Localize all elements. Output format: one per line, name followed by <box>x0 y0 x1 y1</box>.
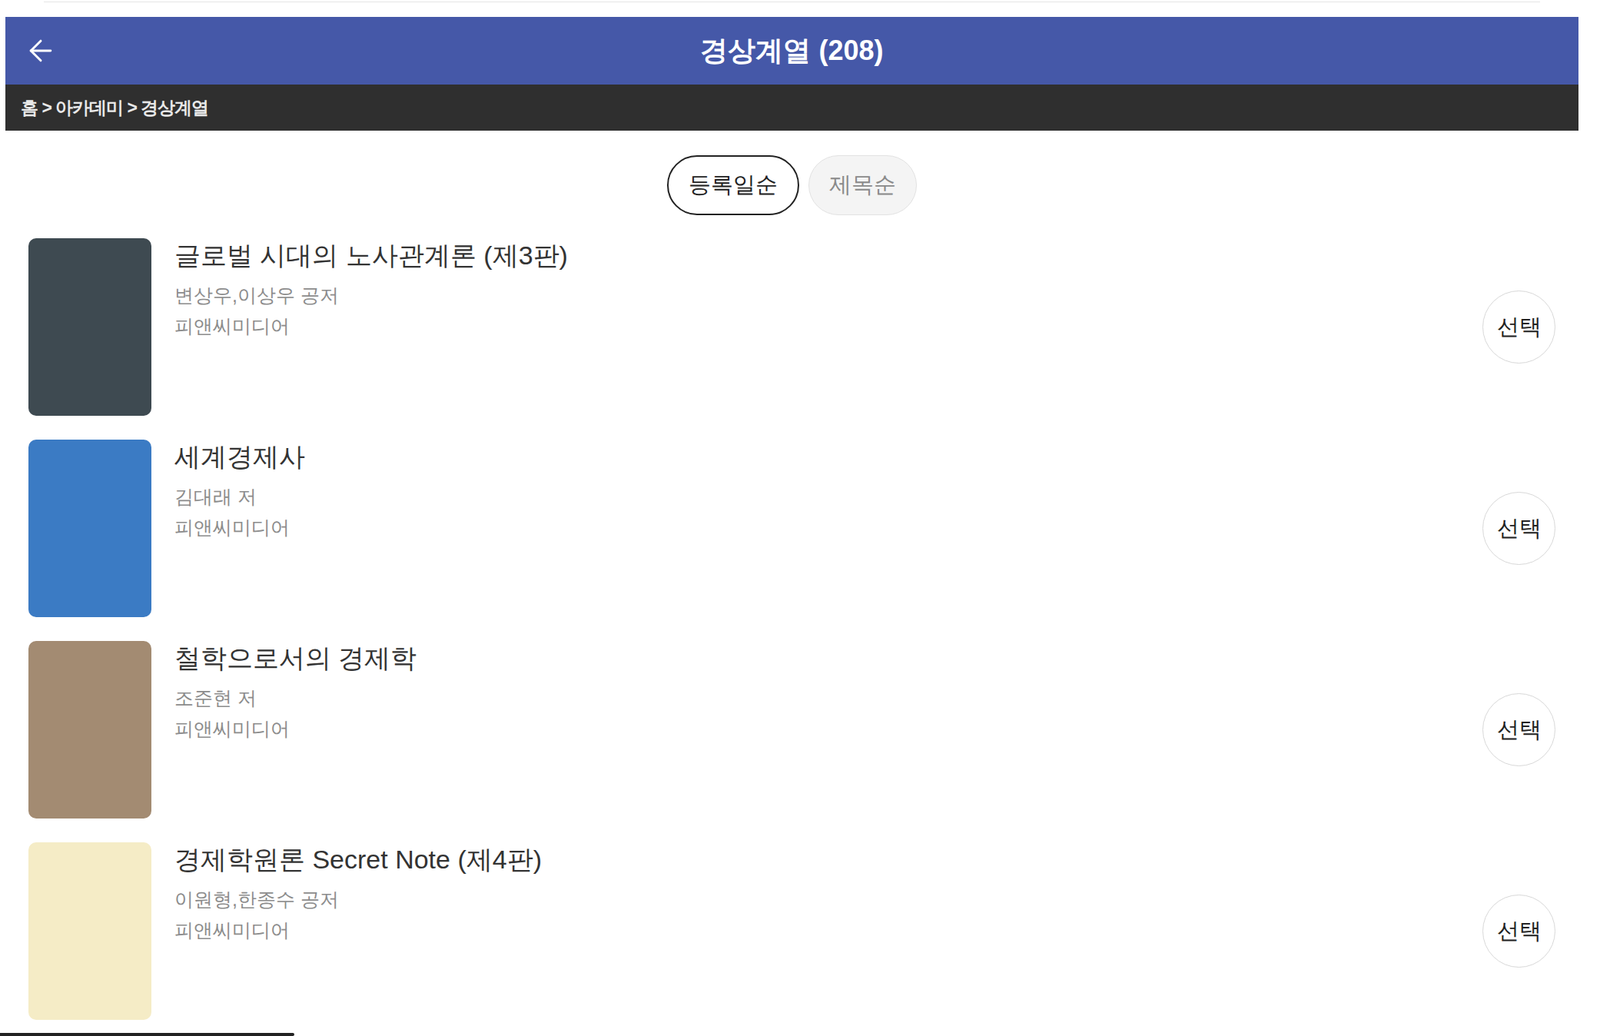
book-list: 글로벌 시대의 노사관계론 (제3판)변상우,이상우 공저피앤씨미디어선택세계경… <box>5 238 1579 1036</box>
book-row: 세계경제사김대래 저피앤씨미디어선택 <box>5 439 1579 618</box>
book-author: 김대래 저 <box>174 483 1483 510</box>
book-row: 글로벌 시대의 노사관계론 (제3판) 변상우,이상우 공저피앤씨미디어선택 <box>5 238 1579 416</box>
book-publisher: 피앤씨미디어 <box>174 514 1483 541</box>
book-author: 변상우,이상우 공저 <box>174 282 1483 309</box>
select-button[interactable]: 선택 <box>1482 491 1556 565</box>
sort-tab[interactable]: 등록일순 <box>667 155 800 216</box>
select-button[interactable]: 선택 <box>1482 693 1556 767</box>
book-info: 철학으로서의 경제학조준현 저피앤씨미디어 <box>174 640 1483 742</box>
top-strip <box>5 0 1579 17</box>
select-button[interactable]: 선택 <box>1482 290 1556 364</box>
breadcrumb-bar: 홈 > 아카데미 > 경상계열 <box>5 84 1579 131</box>
book-row: 경제학원론 Secret Note (제4판) 이원형,한종수 공저피앤씨미디어선… <box>5 842 1579 1020</box>
book-title[interactable]: 글로벌 시대의 노사관계론 (제3판) <box>174 238 1483 273</box>
sort-tab[interactable]: 제목순 <box>808 155 917 216</box>
page-column: 경상계열 (208) 홈 > 아카데미 > 경상계열등록일순제목순글로벌 시대의 … <box>5 0 1579 1036</box>
book-title[interactable]: 철학으로서의 경제학 <box>174 640 1483 675</box>
book-publisher: 피앤씨미디어 <box>174 916 1483 943</box>
book-publisher: 피앤씨미디어 <box>174 312 1483 339</box>
select-button[interactable]: 선택 <box>1482 894 1556 968</box>
book-title[interactable]: 경제학원론 Secret Note (제4판) <box>174 842 1483 877</box>
book-author: 이원형,한종수 공저 <box>174 886 1483 913</box>
book-author: 조준현 저 <box>174 684 1483 711</box>
book-publisher: 피앤씨미디어 <box>174 715 1483 742</box>
page: 경상계열 (208) 홈 > 아카데미 > 경상계열등록일순제목순글로벌 시대의 … <box>0 0 1600 1036</box>
scroll-indicator <box>0 1032 295 1036</box>
header-title: 경상계열 (208) <box>5 29 1579 72</box>
book-cover[interactable] <box>28 238 152 416</box>
back-arrow-icon[interactable] <box>23 33 58 68</box>
sort-tabs: 등록일순제목순 <box>5 155 1579 216</box>
book-info: 경제학원론 Secret Note (제4판) 이원형,한종수 공저피앤씨미디어 <box>174 842 1483 943</box>
book-info: 세계경제사김대래 저피앤씨미디어 <box>174 439 1483 541</box>
book-row: 철학으로서의 경제학조준현 저피앤씨미디어선택 <box>5 640 1579 819</box>
book-cover[interactable] <box>28 842 152 1020</box>
book-title[interactable]: 세계경제사 <box>174 439 1483 474</box>
book-cover[interactable] <box>28 640 152 819</box>
book-cover[interactable] <box>28 439 152 618</box>
header-bar: 경상계열 (208) <box>5 16 1579 85</box>
breadcrumb[interactable]: 홈 > 아카데미 > 경상계열 <box>20 94 209 122</box>
book-info: 글로벌 시대의 노사관계론 (제3판) 변상우,이상우 공저피앤씨미디어 <box>174 238 1483 339</box>
back-button[interactable] <box>23 33 58 68</box>
